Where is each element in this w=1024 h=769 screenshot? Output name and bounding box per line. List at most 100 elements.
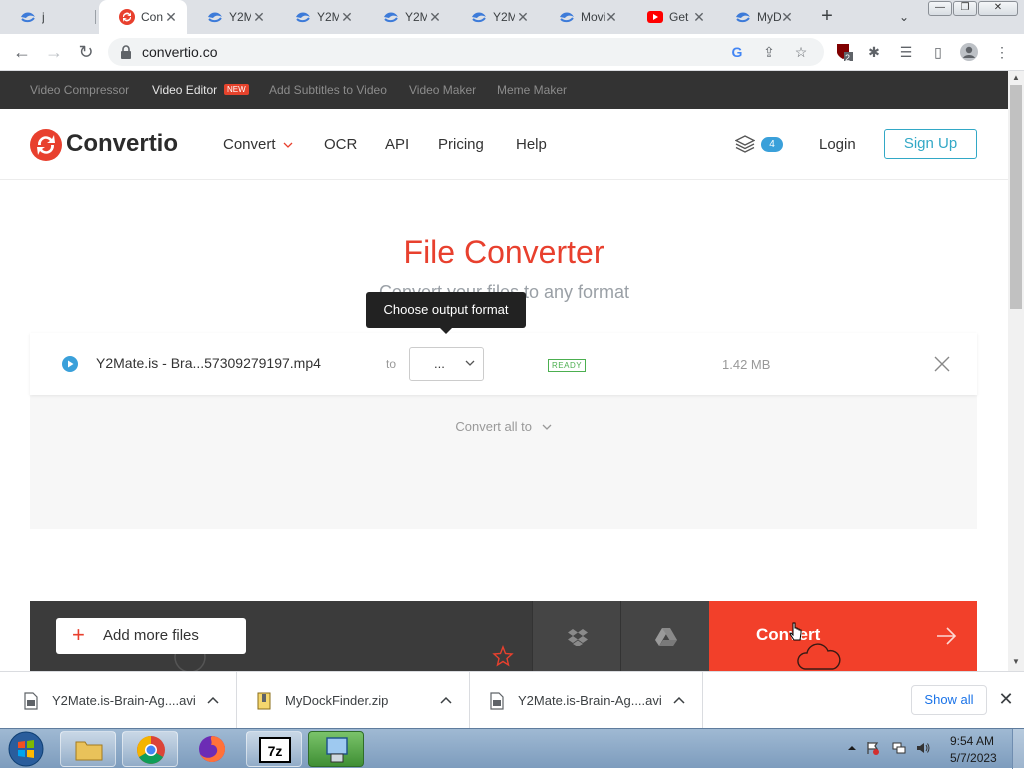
convert-button[interactable]: Convert	[709, 601, 977, 671]
nav-convert[interactable]: Convert	[223, 136, 276, 153]
browser-tab-active[interactable]: Convertio ✕	[99, 0, 187, 34]
installer-icon	[326, 737, 348, 763]
close-window-button[interactable]: ✕	[978, 1, 1018, 16]
y2mate-icon	[735, 9, 751, 25]
video-play-icon	[62, 356, 78, 372]
action-center-flag-icon[interactable]	[866, 741, 880, 755]
close-tab-icon[interactable]: ✕	[779, 9, 795, 25]
back-arrow-icon[interactable]: ←	[10, 40, 34, 64]
minimize-window-button[interactable]: —	[928, 1, 952, 16]
download-item[interactable]: MyDockFinder.zip	[237, 672, 470, 729]
close-icon[interactable]: ✕	[998, 690, 1014, 708]
download-file-name: MyDockFinder.zip	[285, 693, 389, 708]
logo-text[interactable]: Convertio	[66, 130, 178, 158]
media-control-icon[interactable]: ☰	[896, 42, 916, 62]
browser-tab[interactable]: Y2Mate ✕	[275, 0, 363, 34]
tab-search-chevron-icon[interactable]: ⌄	[894, 7, 914, 27]
browser-toolbar: ← → ↻ convertio.co G ⇪ ☆ 2 ✱ ☰ ▯ ⋮	[0, 34, 1024, 71]
7zip-icon: 7z	[259, 737, 291, 763]
close-tab-icon[interactable]: ✕	[251, 9, 267, 25]
scroll-down-icon[interactable]: ▼	[1008, 655, 1024, 669]
taskbar-installer[interactable]	[308, 731, 364, 767]
browser-tab[interactable]: MyD ✕	[715, 0, 803, 34]
download-item[interactable]: Y2Mate.is-Brain-Ag....avi	[4, 672, 237, 729]
windows-start-icon[interactable]	[6, 730, 46, 768]
browser-menu-icon[interactable]: ⋮	[992, 42, 1012, 62]
page-scrollbar[interactable]: ▲ ▼	[1008, 71, 1024, 671]
show-desktop-button[interactable]	[1012, 729, 1024, 769]
y2mate-icon	[295, 9, 311, 25]
layers-icon[interactable]	[735, 135, 755, 153]
browser-tab[interactable]: j	[0, 0, 88, 34]
convert-all-dropdown[interactable]: Convert all to	[30, 419, 977, 434]
chevron-up-icon[interactable]	[439, 693, 453, 707]
lock-icon	[121, 45, 131, 59]
close-tab-icon[interactable]: ✕	[163, 9, 179, 25]
taskbar-chrome[interactable]	[122, 731, 178, 767]
scroll-thumb[interactable]	[1010, 85, 1022, 309]
topnav-video-compressor[interactable]: Video Compressor	[30, 83, 129, 97]
chevron-up-icon[interactable]	[672, 693, 686, 707]
side-panel-icon[interactable]: ▯	[928, 42, 948, 62]
chrome-icon	[137, 736, 165, 764]
browser-tab[interactable]: Y2Mate ✕	[363, 0, 451, 34]
file-row: Y2Mate.is - Bra...57309279197.mp4 to ...…	[30, 333, 977, 395]
topnav-video-maker[interactable]: Video Maker	[409, 83, 476, 97]
ublock-extension-icon[interactable]	[834, 42, 854, 62]
nav-help[interactable]: Help	[516, 136, 547, 153]
google-icon[interactable]: G	[728, 43, 746, 61]
close-tab-icon[interactable]: ✕	[427, 9, 443, 25]
close-icon[interactable]	[934, 356, 950, 372]
tab-title: MyD	[757, 10, 781, 24]
topnav-add-subtitles[interactable]: Add Subtitles to Video	[269, 83, 387, 97]
scroll-up-icon[interactable]: ▲	[1008, 71, 1024, 85]
volume-icon[interactable]	[916, 741, 930, 755]
google-drive-button[interactable]	[620, 601, 709, 671]
topnav-video-editor[interactable]: Video Editor	[152, 83, 217, 97]
tab-title: Y2Mate	[317, 10, 339, 24]
close-tab-icon[interactable]: ✕	[339, 9, 355, 25]
bookmark-star-icon[interactable]: ☆	[792, 43, 810, 61]
close-tab-icon[interactable]: ✕	[691, 9, 707, 25]
download-item[interactable]: Y2Mate.is-Brain-Ag....avi	[470, 672, 703, 729]
browser-tab[interactable]: Y2Mate ✕	[451, 0, 539, 34]
webpage: Video Compressor Video Editor NEW Add Su…	[0, 71, 1008, 671]
y2mate-icon	[471, 9, 487, 25]
dropbox-button[interactable]	[532, 601, 620, 671]
status-badge: READY	[548, 359, 587, 372]
show-all-downloads-button[interactable]: Show all	[911, 685, 987, 715]
browser-tab[interactable]: Y2Mate ✕	[187, 0, 275, 34]
nav-pricing[interactable]: Pricing	[438, 136, 484, 153]
close-tab-icon[interactable]: ✕	[603, 9, 619, 25]
network-icon[interactable]	[892, 741, 906, 755]
taskbar-explorer[interactable]	[60, 731, 116, 767]
firefox-icon	[199, 736, 225, 762]
nav-api[interactable]: API	[385, 136, 409, 153]
profile-avatar-icon[interactable]	[959, 42, 979, 62]
close-tab-icon[interactable]: ✕	[515, 9, 531, 25]
add-more-files-button[interactable]: + Add more files	[56, 618, 246, 654]
taskbar-7zip[interactable]: 7z	[246, 731, 302, 767]
clock-date[interactable]: 5/7/2023	[950, 751, 997, 765]
browser-tab[interactable]: Movie ✕	[539, 0, 627, 34]
output-format-select[interactable]: ...	[409, 347, 484, 381]
forward-arrow-icon[interactable]: →	[42, 40, 66, 64]
reload-icon[interactable]: ↻	[74, 40, 98, 64]
chevron-down-icon	[283, 142, 293, 148]
convertio-logo-icon[interactable]	[30, 129, 62, 161]
share-icon[interactable]: ⇪	[760, 43, 778, 61]
restore-window-button[interactable]: ❐	[953, 1, 977, 16]
file-name: Y2Mate.is - Bra...57309279197.mp4	[96, 355, 321, 371]
extensions-puzzle-icon[interactable]: ✱	[864, 42, 884, 62]
new-tab-button[interactable]: +	[815, 5, 839, 29]
taskbar-firefox[interactable]	[184, 731, 240, 767]
address-bar[interactable]: convertio.co G ⇪ ☆	[108, 38, 824, 66]
sign-up-button[interactable]: Sign Up	[884, 129, 977, 159]
clock-time[interactable]: 9:54 AM	[950, 734, 994, 748]
chevron-up-icon[interactable]	[206, 693, 220, 707]
login-link[interactable]: Login	[819, 136, 856, 153]
topnav-meme-maker[interactable]: Meme Maker	[497, 83, 567, 97]
nav-ocr[interactable]: OCR	[324, 136, 357, 153]
show-hidden-icons-icon[interactable]	[845, 741, 859, 755]
browser-tab[interactable]: Get ✕	[627, 0, 715, 34]
